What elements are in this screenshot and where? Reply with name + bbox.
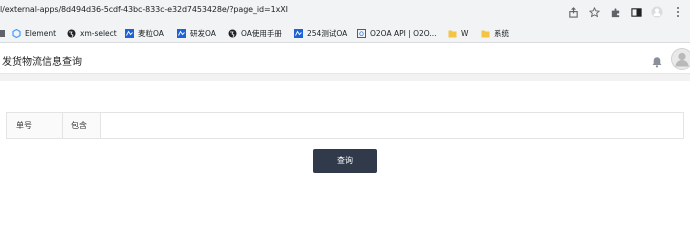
bookmark-254-test-oa[interactable]: 254测试OA [294,27,347,40]
page-title: 发货物流信息查询 [2,57,82,68]
avatar[interactable] [671,48,690,70]
folder-icon [448,29,457,38]
o2oa-logo-icon: O [357,29,366,38]
query-button[interactable]: 查询 [313,149,377,173]
oa-logo-icon [177,29,186,38]
bookmark-item[interactable] [0,27,6,40]
bookmark-label: xm-select [80,29,117,38]
svg-text:O: O [359,31,364,38]
bookmark-label: Element [25,29,57,38]
header-divider [0,74,690,81]
oa-logo-icon [294,29,303,38]
bookmarks-bar: Element xm-select 麦粒OA 研发OA OA使用手册 254测试… [0,24,690,43]
oa-logo-icon [125,29,134,38]
globe-icon [228,29,237,38]
bookmark-label: 系统 [494,29,509,38]
bookmark-label: 研发OA [190,29,216,38]
browser-toolbar-actions [567,0,690,24]
browser-address-bar: l/external-apps/8d494d36-5cdf-43bc-833c-… [0,0,690,24]
element-logo-icon [12,28,21,39]
bookmark-yanfa-oa[interactable]: 研发OA [177,27,216,40]
bookmark-label: O2OA API | O2O... [370,29,437,38]
bookmark-o2oa-api[interactable]: O O2OA API | O2O... [357,27,437,40]
extensions-icon[interactable] [609,6,621,18]
bookmark-label: W [461,29,469,38]
profile-icon[interactable] [651,6,663,18]
bookmark-xm-select[interactable]: xm-select [67,27,117,40]
bookmark-oa-manual[interactable]: OA使用手册 [228,27,282,40]
filter-field-label: 单号 [7,113,63,138]
side-panel-icon[interactable] [630,6,642,18]
share-icon[interactable] [567,6,579,18]
bell-icon[interactable] [651,53,663,68]
bookmark-folder-system[interactable]: 系统 [481,27,509,40]
bookmark-label: 254测试OA [307,29,348,38]
url-field[interactable]: l/external-apps/8d494d36-5cdf-43bc-833c-… [0,5,288,14]
folder-icon [481,29,490,38]
bookmark-element[interactable]: Element [12,27,56,40]
order-number-input[interactable] [101,113,683,138]
bookmark-maili-oa[interactable]: 麦粒OA [125,27,164,40]
menu-icon[interactable] [672,6,684,18]
filter-row: 单号 包含 [6,112,684,139]
bookmark-folder-w[interactable]: W [448,27,468,40]
globe-icon [67,29,76,38]
app-header: 发货物流信息查询 [0,44,690,74]
star-icon[interactable] [588,6,600,18]
bookmark-label: OA使用手册 [241,29,282,38]
bookmark-cut-icon [0,29,6,38]
bookmark-label: 麦粒OA [138,29,164,38]
filter-operator[interactable]: 包含 [63,113,101,138]
